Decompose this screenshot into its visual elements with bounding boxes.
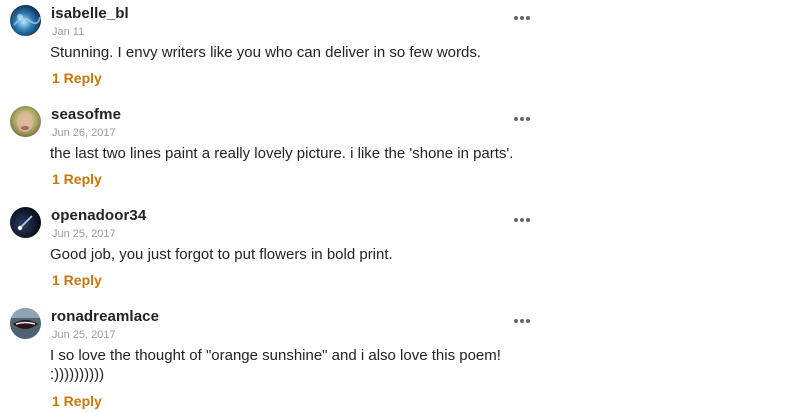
comment-text: I so love the thought of "orange sunshin… <box>50 347 501 383</box>
comment-item: openadoor34 Jun 25, 2017 Good job, you j… <box>0 207 540 297</box>
reply-link[interactable]: 1 Reply <box>52 171 102 187</box>
avatar[interactable] <box>10 5 41 36</box>
username[interactable]: isabelle_bl <box>51 5 129 22</box>
avatar[interactable] <box>10 308 41 339</box>
more-horizontal-icon[interactable] <box>512 316 532 326</box>
comment-item: ronadreamlace Jun 25, 2017 I so love the… <box>0 308 540 413</box>
avatar-face-photo-icon <box>10 106 41 137</box>
username[interactable]: ronadreamlace <box>51 308 159 325</box>
avatar[interactable] <box>10 106 41 137</box>
username[interactable]: openadoor34 <box>51 207 146 224</box>
avatar-lips-icon <box>10 308 41 339</box>
comment-date: Jan 11 <box>52 26 85 38</box>
reply-link[interactable]: 1 Reply <box>52 70 102 86</box>
more-horizontal-icon[interactable] <box>512 13 532 23</box>
comment-date: Jun 26, 2017 <box>52 127 116 139</box>
comment-text: Good job, you just forgot to put flowers… <box>50 246 393 263</box>
comment-item: isabelle_bl Jan 11 Stunning. I envy writ… <box>0 5 540 95</box>
avatar-night-comet-icon <box>10 207 41 238</box>
more-horizontal-icon[interactable] <box>512 215 532 225</box>
comment-date: Jun 25, 2017 <box>52 228 116 240</box>
avatar[interactable] <box>10 207 41 238</box>
reply-link[interactable]: 1 Reply <box>52 393 102 409</box>
comment-date: Jun 25, 2017 <box>52 329 116 341</box>
username[interactable]: seasofme <box>51 106 121 123</box>
avatar-blue-water-icon <box>10 5 41 36</box>
comment-item: seasofme Jun 26, 2017 the last two lines… <box>0 106 540 196</box>
reply-link[interactable]: 1 Reply <box>52 272 102 288</box>
more-horizontal-icon[interactable] <box>512 114 532 124</box>
comment-text: the last two lines paint a really lovely… <box>50 145 514 162</box>
comment-text: Stunning. I envy writers like you who ca… <box>50 44 482 61</box>
